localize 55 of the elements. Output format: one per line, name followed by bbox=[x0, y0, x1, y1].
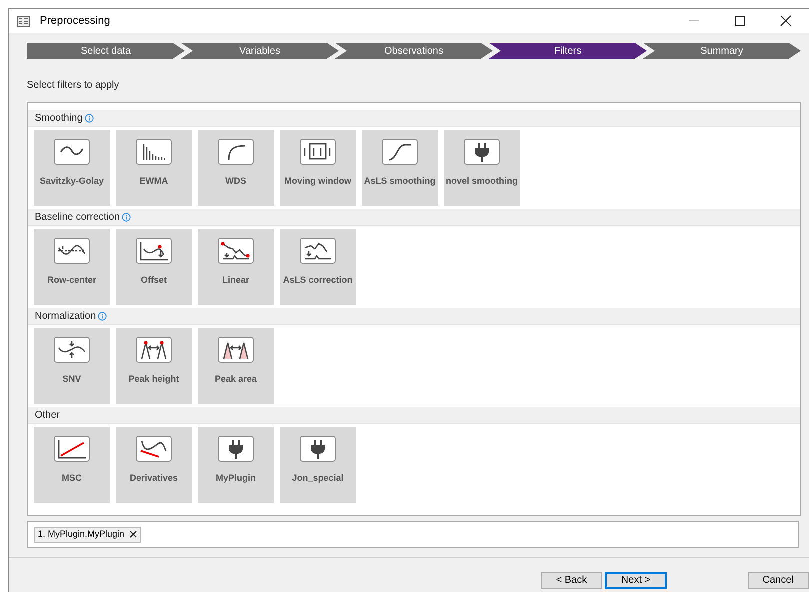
filter-icon bbox=[136, 436, 172, 462]
filter-tile[interactable]: novel smoothing bbox=[444, 130, 520, 206]
group-title: Normalization bbox=[35, 310, 96, 324]
filter-icon bbox=[54, 337, 90, 363]
filter-tile[interactable]: Derivatives bbox=[116, 427, 192, 503]
group-title: Baseline correction bbox=[35, 210, 120, 224]
wizard-step[interactable]: Observations bbox=[335, 43, 493, 59]
filter-icon bbox=[54, 139, 90, 165]
filter-tile[interactable]: MyPlugin bbox=[198, 427, 274, 503]
filter-tile[interactable]: WDS bbox=[198, 130, 274, 206]
group-title: Other bbox=[35, 408, 60, 422]
filter-tile[interactable]: Peak area bbox=[198, 328, 274, 404]
filter-tile[interactable]: AsLS correction bbox=[280, 229, 356, 305]
info-icon[interactable] bbox=[98, 312, 108, 320]
filter-icon bbox=[136, 238, 172, 264]
dialog-button[interactable]: Next > bbox=[605, 572, 667, 589]
filter-icon bbox=[218, 436, 254, 462]
instruction-text: Select filters to apply bbox=[27, 79, 120, 93]
info-icon[interactable] bbox=[84, 114, 94, 122]
filter-icon bbox=[300, 436, 336, 462]
filter-tile[interactable]: EWMA bbox=[116, 130, 192, 206]
dialog-button[interactable]: Cancel bbox=[748, 572, 809, 589]
filter-icon bbox=[54, 436, 90, 462]
filter-icon bbox=[382, 139, 418, 165]
app-icon bbox=[17, 16, 30, 26]
filter-icon bbox=[300, 238, 336, 264]
window-title: Preprocessing bbox=[40, 14, 110, 29]
filter-icon bbox=[300, 139, 336, 165]
wizard-step[interactable]: Select data bbox=[27, 43, 185, 59]
wizard-step[interactable]: Variables bbox=[181, 43, 339, 59]
group-title: Smoothing bbox=[35, 112, 83, 126]
filter-icon bbox=[136, 337, 172, 363]
filter-tile[interactable]: Offset bbox=[116, 229, 192, 305]
wizard-step[interactable]: Filters bbox=[489, 43, 647, 59]
dialog-button[interactable]: < Back bbox=[541, 572, 602, 589]
filter-tile[interactable]: AsLS smoothing bbox=[362, 130, 438, 206]
filter-icon bbox=[218, 238, 254, 264]
wizard-step[interactable]: Summary bbox=[643, 43, 801, 59]
filter-tile[interactable]: SNV bbox=[34, 328, 110, 404]
selected-filters-field[interactable]: 1. MyPlugin.MyPlugin bbox=[27, 521, 799, 548]
info-icon[interactable] bbox=[122, 212, 132, 222]
filter-icon bbox=[136, 139, 172, 165]
tag-label: 1. MyPlugin.MyPlugin bbox=[38, 528, 125, 541]
filter-tile[interactable]: Moving window bbox=[280, 130, 356, 206]
filter-tile[interactable]: Row-center bbox=[34, 229, 110, 305]
filter-icon bbox=[218, 139, 254, 165]
filter-icon bbox=[54, 238, 90, 264]
filter-tile[interactable]: Linear bbox=[198, 229, 274, 305]
filter-icon bbox=[218, 337, 254, 363]
filter-tile[interactable]: Savitzky-Golay bbox=[34, 130, 110, 206]
filter-tile[interactable]: MSC bbox=[34, 427, 110, 503]
filter-tile[interactable]: Jon_special bbox=[280, 427, 356, 503]
filter-icon bbox=[464, 139, 500, 165]
remove-icon[interactable] bbox=[130, 531, 137, 538]
filter-tile[interactable]: Peak height bbox=[116, 328, 192, 404]
